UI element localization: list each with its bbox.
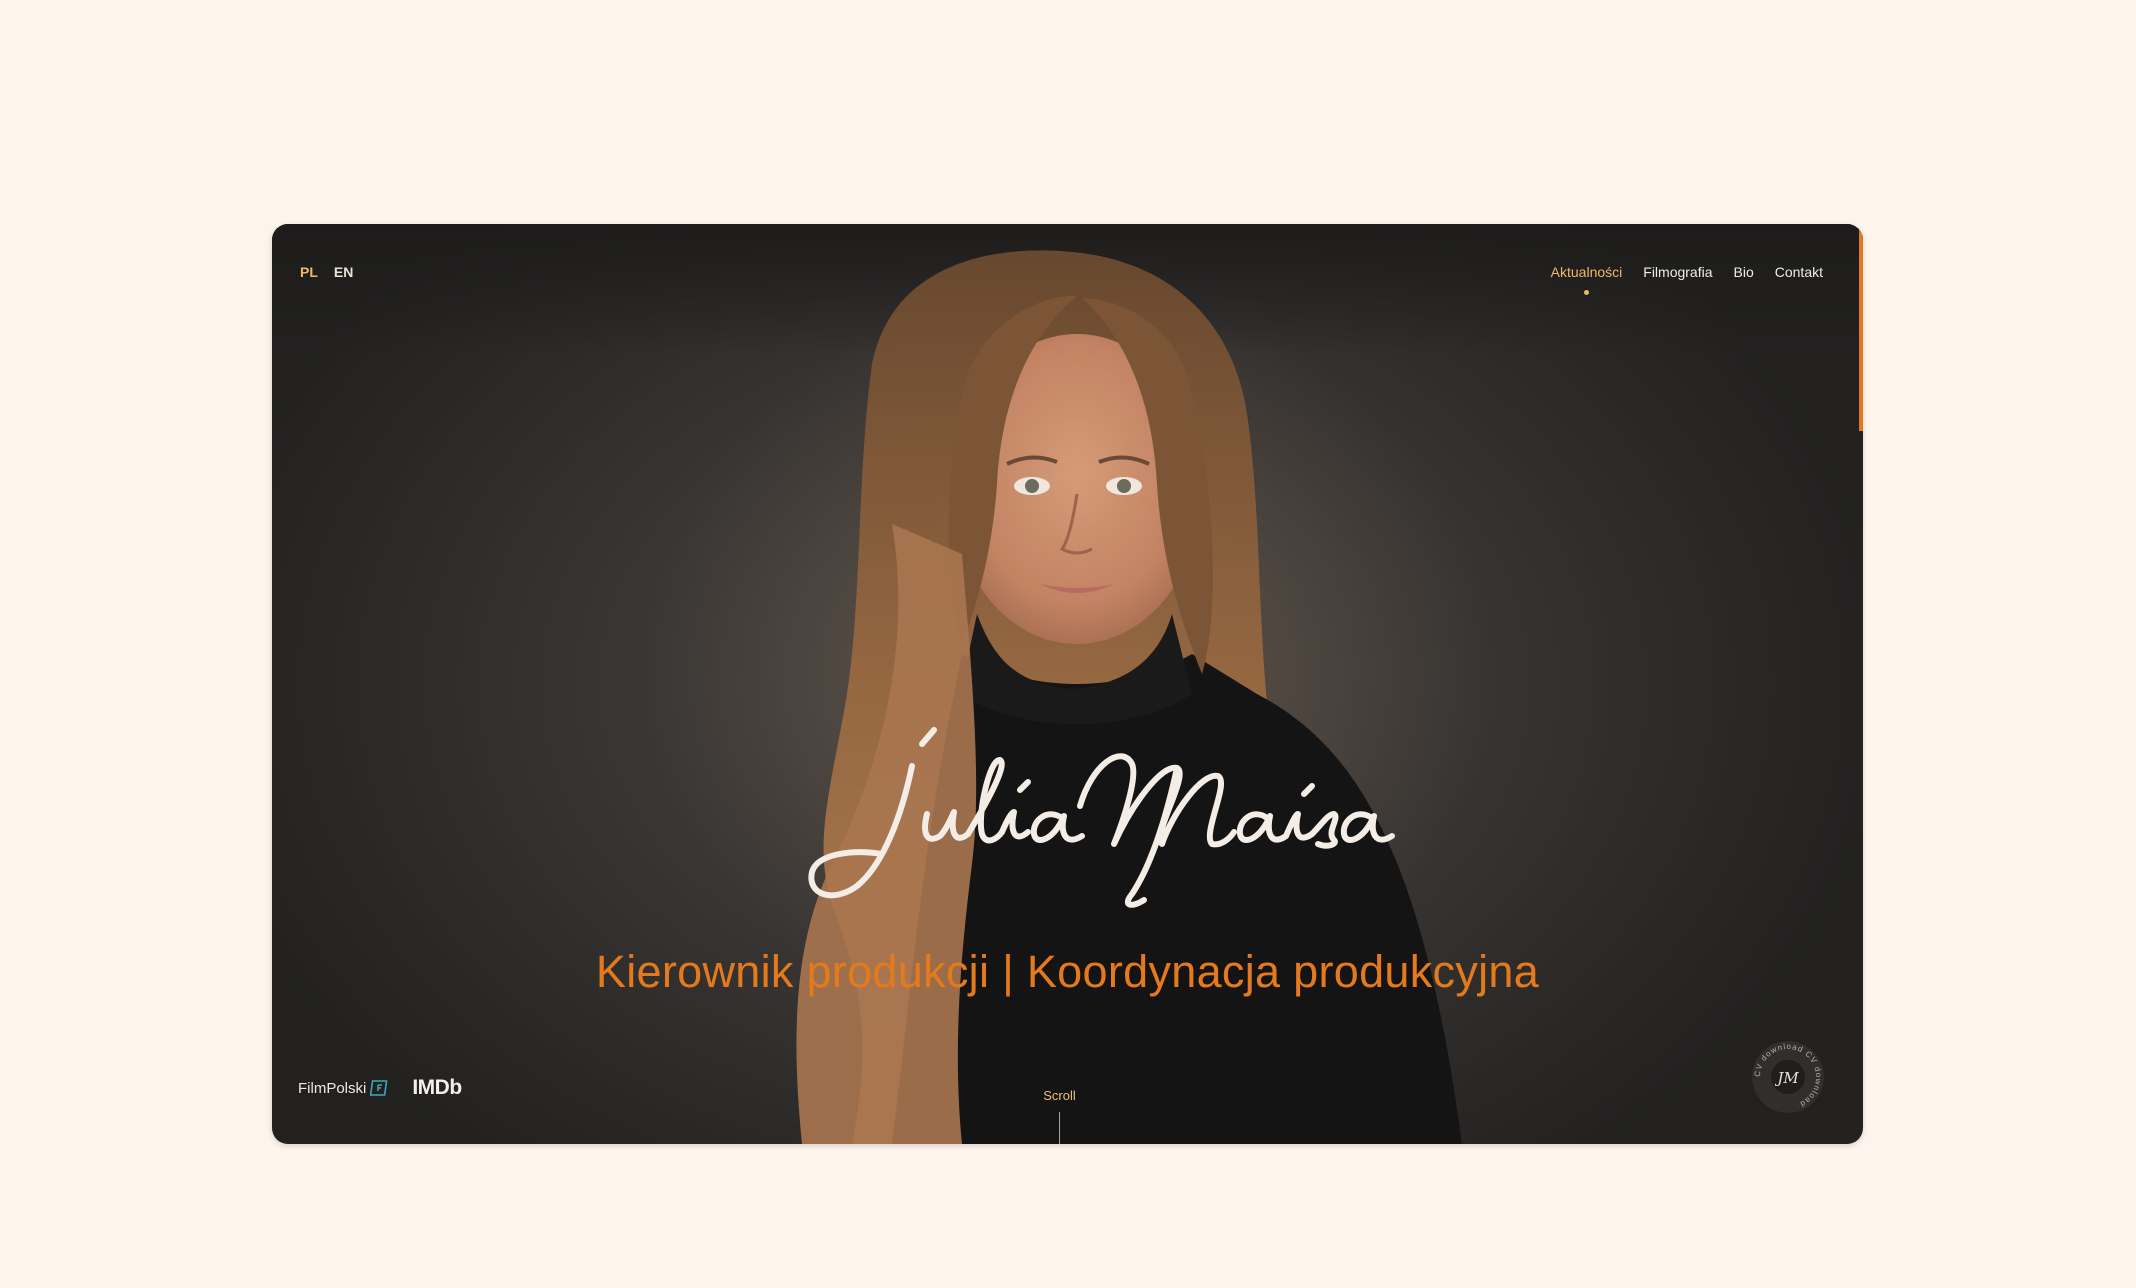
- lang-en-link[interactable]: EN: [334, 264, 353, 280]
- scroll-label[interactable]: Scroll: [272, 1088, 1847, 1103]
- hero-frame: PL EN Aktualności Filmografia Bio Contak…: [272, 224, 1863, 1144]
- signature-logo: [808, 727, 1395, 908]
- portrait-image: [796, 250, 1462, 1144]
- nav-item-contakt[interactable]: Contakt: [1775, 264, 1823, 280]
- scroll-progress-indicator: [1859, 224, 1863, 431]
- language-switcher: PL EN: [300, 264, 353, 280]
- cv-download-badge[interactable]: CV download CV download JM: [1750, 1039, 1826, 1115]
- cv-monogram: JM: [1774, 1069, 1799, 1087]
- lang-pl-link[interactable]: PL: [300, 264, 318, 280]
- nav-item-bio[interactable]: Bio: [1734, 264, 1754, 280]
- scroll-line: [1059, 1112, 1060, 1144]
- main-nav: Aktualności Filmografia Bio Contakt: [1551, 264, 1823, 295]
- nav-item-aktualnosci[interactable]: Aktualności: [1551, 264, 1622, 295]
- nav-item-filmografia[interactable]: Filmografia: [1643, 264, 1712, 280]
- hero-subtitle: Kierownik produkcji | Koordynacja produk…: [595, 946, 1540, 997]
